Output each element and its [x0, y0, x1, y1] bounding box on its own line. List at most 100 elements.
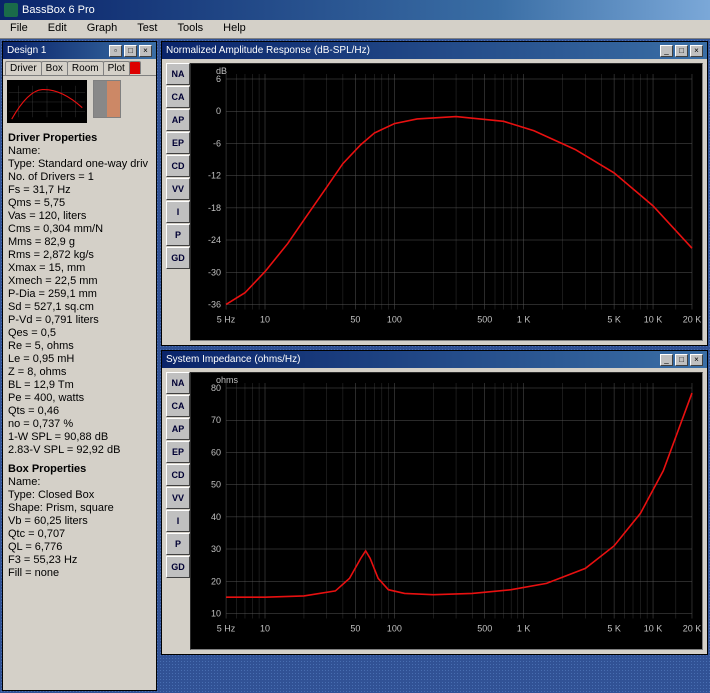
driver-prop-line: BL = 12,9 Tm [8, 379, 151, 392]
chart2-maximize-icon[interactable]: □ [675, 354, 688, 366]
svg-text:1 K: 1 K [517, 623, 531, 633]
driver-prop-line: Pe = 400, watts [8, 392, 151, 405]
plot-mode-vv[interactable]: VV [166, 178, 190, 200]
tab-plot[interactable]: Plot [103, 61, 130, 75]
design-titlebar: Design 1 ▫ □ × [3, 42, 156, 59]
plot-mode-gd[interactable]: GD [166, 247, 190, 269]
driver-prop-line: Fs = 31,7 Hz [8, 184, 151, 197]
svg-text:60: 60 [211, 447, 221, 457]
plot-mode-na[interactable]: NA [166, 372, 190, 394]
menu-edit[interactable]: Edit [38, 20, 77, 38]
svg-text:50: 50 [350, 314, 360, 324]
app-title: BassBox 6 Pro [22, 4, 95, 16]
design-title: Design 1 [7, 45, 46, 56]
chart-impedance-window: System Impedance (ohms/Hz) _ □ × NACAAPE… [161, 350, 708, 655]
driver-prop-line: Re = 5, ohms [8, 340, 151, 353]
app-titlebar: BassBox 6 Pro [0, 0, 710, 20]
chart1-close-icon[interactable]: × [690, 45, 703, 57]
tab-driver[interactable]: Driver [5, 61, 42, 75]
driver-prop-line: Xmax = 15, mm [8, 262, 151, 275]
svg-text:10: 10 [260, 314, 270, 324]
plot-mode-ep[interactable]: EP [166, 132, 190, 154]
box-prop-line: F3 = 55,23 Hz [8, 554, 151, 567]
driver-prop-line: Name: [8, 145, 151, 158]
svg-text:100: 100 [387, 314, 402, 324]
menubar: File Edit Graph Test Tools Help [0, 20, 710, 39]
design-panel: Design 1 ▫ □ × Driver Box Room Plot Driv… [2, 41, 157, 691]
driver-prop-line: Sd = 527,1 sq.cm [8, 301, 151, 314]
chart1-side-buttons: NACAAPEPCDVVIPGD [166, 63, 190, 341]
tab-box[interactable]: Box [41, 61, 68, 75]
app-icon [4, 3, 18, 17]
driver-prop-line: Mms = 82,9 g [8, 236, 151, 249]
driver-prop-line: 2.83-V SPL = 92,92 dB [8, 444, 151, 457]
plot-mode-gd[interactable]: GD [166, 556, 190, 578]
chart2-close-icon[interactable]: × [690, 354, 703, 366]
chart2-plot[interactable]: 8070605040302010ohms5 Hz10501005001 K5 K… [190, 372, 703, 650]
plot-mode-ap[interactable]: AP [166, 418, 190, 440]
plot-mode-ca[interactable]: CA [166, 395, 190, 417]
svg-text:5 Hz: 5 Hz [217, 314, 236, 324]
svg-text:5 K: 5 K [607, 314, 621, 324]
tab-color-swatch[interactable] [129, 61, 141, 74]
driver-prop-line: Cms = 0,304 mm/N [8, 223, 151, 236]
response-thumbnail[interactable] [7, 80, 87, 123]
svg-text:10: 10 [211, 608, 221, 618]
driver-prop-line: P-Dia = 259,1 mm [8, 288, 151, 301]
svg-text:1 K: 1 K [517, 314, 531, 324]
box-props-header: Box Properties [8, 463, 151, 476]
plot-mode-cd[interactable]: CD [166, 464, 190, 486]
driver-properties: Driver Properties Name:Type: Standard on… [3, 127, 156, 583]
svg-text:ohms: ohms [216, 375, 239, 385]
design-maximize-icon[interactable]: □ [124, 45, 137, 57]
svg-text:10 K: 10 K [644, 623, 663, 633]
driver-prop-line: Qts = 0,46 [8, 405, 151, 418]
svg-text:-12: -12 [208, 171, 221, 181]
box-prop-line: Fill = none [8, 567, 151, 580]
tab-room[interactable]: Room [67, 61, 104, 75]
chart2-titlebar: System Impedance (ohms/Hz) _ □ × [162, 351, 707, 368]
driver-prop-line: Vas = 120, liters [8, 210, 151, 223]
chart1-maximize-icon[interactable]: □ [675, 45, 688, 57]
menu-file[interactable]: File [0, 20, 38, 38]
menu-graph[interactable]: Graph [77, 20, 128, 38]
plot-mode-i[interactable]: I [166, 201, 190, 223]
plot-mode-ca[interactable]: CA [166, 86, 190, 108]
menu-tools[interactable]: Tools [167, 20, 213, 38]
driver-prop-line: Type: Standard one-way driv [8, 158, 151, 171]
chart2-title: System Impedance (ohms/Hz) [166, 354, 301, 365]
svg-text:0: 0 [216, 106, 221, 116]
box-prop-line: Type: Closed Box [8, 489, 151, 502]
svg-text:40: 40 [211, 512, 221, 522]
plot-mode-i[interactable]: I [166, 510, 190, 532]
plot-mode-p[interactable]: P [166, 224, 190, 246]
chart1-plot[interactable]: 60-6-12-18-24-30-36dB5 Hz10501005001 K5 … [190, 63, 703, 341]
svg-text:5 Hz: 5 Hz [217, 623, 236, 633]
design-save-icon[interactable]: ▫ [109, 45, 122, 57]
plot-mode-vv[interactable]: VV [166, 487, 190, 509]
plot-mode-ap[interactable]: AP [166, 109, 190, 131]
plot-mode-p[interactable]: P [166, 533, 190, 555]
design-close-icon[interactable]: × [139, 45, 152, 57]
workspace: Design 1 ▫ □ × Driver Box Room Plot Driv… [0, 39, 710, 693]
box-prop-line: Name: [8, 476, 151, 489]
menu-help[interactable]: Help [213, 20, 256, 38]
svg-text:-6: -6 [213, 138, 221, 148]
svg-text:10: 10 [260, 623, 270, 633]
plot-mode-ep[interactable]: EP [166, 441, 190, 463]
svg-text:20 K: 20 K [683, 314, 702, 324]
driver-prop-line: P-Vd = 0,791 liters [8, 314, 151, 327]
svg-text:70: 70 [211, 415, 221, 425]
chart1-minimize-icon[interactable]: _ [660, 45, 673, 57]
plot-mode-na[interactable]: NA [166, 63, 190, 85]
speaker-box-icon[interactable] [93, 80, 121, 118]
plot-mode-cd[interactable]: CD [166, 155, 190, 177]
svg-text:20: 20 [211, 576, 221, 586]
menu-test[interactable]: Test [127, 20, 167, 38]
design-tabs: Driver Box Room Plot [3, 59, 156, 76]
chart-amplitude-window: Normalized Amplitude Response (dB-SPL/Hz… [161, 41, 708, 346]
chart2-minimize-icon[interactable]: _ [660, 354, 673, 366]
svg-text:20 K: 20 K [683, 623, 702, 633]
driver-prop-line: Xmech = 22,5 mm [8, 275, 151, 288]
driver-prop-line: Z = 8, ohms [8, 366, 151, 379]
